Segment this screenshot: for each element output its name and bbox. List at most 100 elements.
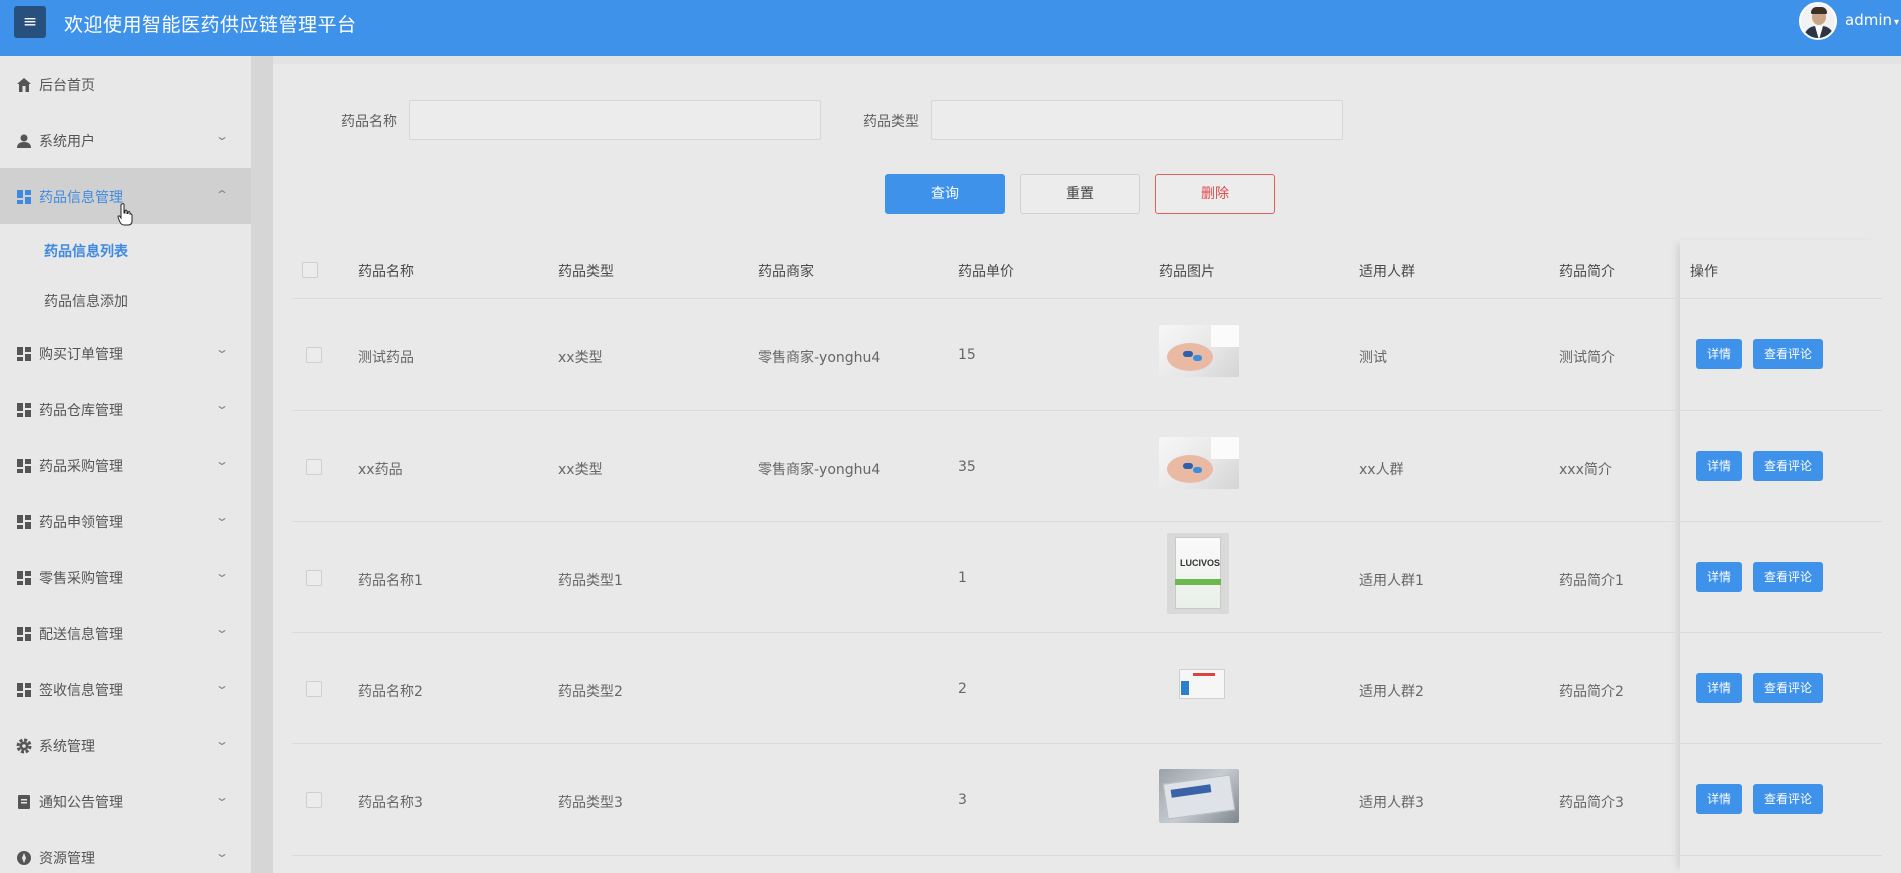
detail-button[interactable]: 详情 xyxy=(1696,451,1742,481)
sidebar-item-label: 配送信息管理 xyxy=(39,627,123,643)
cell-price: 2 xyxy=(958,681,967,697)
column-header: 药品单价 xyxy=(958,264,1014,280)
cell-drug-name: xx药品 xyxy=(358,462,403,478)
sidebar-item-home[interactable]: 后台首页 xyxy=(0,56,251,112)
document-icon xyxy=(18,795,30,809)
menu-toggle-button[interactable]: ≡ xyxy=(14,6,46,38)
sidebar-item-drug-requisition[interactable]: 药品申领管理 ⌄ xyxy=(0,493,251,549)
drug-name-input[interactable] xyxy=(409,100,821,140)
grid-icon xyxy=(17,190,31,204)
sidebar-item-label: 药品采购管理 xyxy=(39,459,123,475)
chevron-down-icon: ⌄ xyxy=(214,454,230,468)
cell-intro: 药品简介1 xyxy=(1559,573,1624,589)
row-checkbox[interactable] xyxy=(306,570,322,586)
drug-image-brand: LUCIVOS xyxy=(1180,558,1221,568)
cell-target-group: 适用人群1 xyxy=(1359,573,1424,589)
chevron-down-icon: ⌄ xyxy=(214,342,230,356)
compass-icon xyxy=(17,851,31,865)
hand-cursor-icon xyxy=(117,203,133,226)
cell-target-group: xx人群 xyxy=(1359,462,1404,478)
cell-target-group: 适用人群2 xyxy=(1359,684,1424,700)
user-avatar[interactable] xyxy=(1799,2,1837,40)
drug-image[interactable] xyxy=(1159,437,1239,489)
sidebar-item-system-users[interactable]: 系统用户 ⌄ xyxy=(0,112,251,168)
cell-intro: 药品简介2 xyxy=(1559,684,1624,700)
detail-button[interactable]: 详情 xyxy=(1696,673,1742,703)
sidebar-item-label: 资源管理 xyxy=(39,851,95,867)
sidebar-item-delivery[interactable]: 配送信息管理 ⌄ xyxy=(0,605,251,661)
cell-drug-type: 药品类型3 xyxy=(558,795,623,811)
cell-price: 35 xyxy=(958,459,976,475)
row-divider xyxy=(292,632,1882,633)
sidebar-item-label: 药品申领管理 xyxy=(39,515,123,531)
query-button[interactable]: 查询 xyxy=(885,174,1005,214)
sidebar-item-label: 药品仓库管理 xyxy=(39,403,123,419)
sidebar-item-receipt[interactable]: 签收信息管理 ⌄ xyxy=(0,661,251,717)
sidebar-subitem-drug-list[interactable]: 药品信息列表 xyxy=(44,241,128,261)
cell-drug-type: xx类型 xyxy=(558,350,603,366)
column-header: 药品类型 xyxy=(558,264,614,280)
row-checkbox[interactable] xyxy=(306,459,322,475)
sidebar-item-resources[interactable]: 资源管理 ⌄ xyxy=(0,829,251,873)
drug-image[interactable] xyxy=(1167,665,1227,705)
sidebar-subitem-drug-add[interactable]: 药品信息添加 xyxy=(44,291,128,311)
row-checkbox[interactable] xyxy=(306,681,322,697)
cell-drug-name: 测试药品 xyxy=(358,350,414,366)
column-header: 药品名称 xyxy=(358,264,414,280)
view-comments-button[interactable]: 查看评论 xyxy=(1753,451,1823,481)
sidebar-item-label: 后台首页 xyxy=(39,78,95,94)
row-checkbox[interactable] xyxy=(306,347,322,363)
user-menu[interactable]: admin ▾ xyxy=(1845,11,1899,29)
sidebar-item-label: 系统用户 xyxy=(39,134,95,150)
view-comments-button[interactable]: 查看评论 xyxy=(1753,562,1823,592)
cell-target-group: 测试 xyxy=(1359,350,1387,366)
view-comments-button[interactable]: 查看评论 xyxy=(1753,673,1823,703)
drug-type-input[interactable] xyxy=(931,100,1343,140)
view-comments-button[interactable]: 查看评论 xyxy=(1753,784,1823,814)
chevron-down-icon: ⌄ xyxy=(214,790,230,804)
grid-icon xyxy=(17,683,31,697)
row-checkbox[interactable] xyxy=(306,792,322,808)
column-header: 药品图片 xyxy=(1159,264,1215,280)
sidebar-item-announcements[interactable]: 通知公告管理 ⌄ xyxy=(0,773,251,829)
cell-merchant: 零售商家-yonghu4 xyxy=(758,462,881,478)
drug-name-label: 药品名称 xyxy=(341,114,397,130)
user-icon xyxy=(17,134,31,148)
cell-drug-name: 药品名称2 xyxy=(358,684,423,700)
reset-button[interactable]: 重置 xyxy=(1020,174,1140,214)
grid-icon xyxy=(17,403,31,417)
drug-type-label: 药品类型 xyxy=(863,114,919,130)
sidebar-item-label: 系统管理 xyxy=(39,739,95,755)
chevron-down-icon: ⌄ xyxy=(214,622,230,636)
chevron-down-icon: ▾ xyxy=(1894,17,1900,28)
sidebar-item-drug-procurement[interactable]: 药品采购管理 ⌄ xyxy=(0,437,251,493)
cell-drug-type: 药品类型1 xyxy=(558,573,623,589)
cell-intro: 药品简介3 xyxy=(1559,795,1624,811)
grid-icon xyxy=(17,627,31,641)
delete-button[interactable]: 删除 xyxy=(1155,174,1275,214)
grid-icon xyxy=(17,347,31,361)
cell-drug-type: 药品类型2 xyxy=(558,684,623,700)
column-header: 操作 xyxy=(1690,264,1718,280)
sidebar-item-purchase-orders[interactable]: 购买订单管理 ⌄ xyxy=(0,325,251,381)
sidebar-item-warehouse[interactable]: 药品仓库管理 ⌄ xyxy=(0,381,251,437)
home-icon xyxy=(17,78,31,92)
view-comments-button[interactable]: 查看评论 xyxy=(1753,339,1823,369)
sidebar-item-system-admin[interactable]: 系统管理 ⌄ xyxy=(0,717,251,773)
username-label: admin xyxy=(1845,11,1892,29)
detail-button[interactable]: 详情 xyxy=(1696,339,1742,369)
row-divider xyxy=(292,743,1882,744)
drug-image[interactable]: LUCIVOS xyxy=(1167,533,1229,614)
sidebar-item-label: 药品信息管理 xyxy=(39,190,123,206)
column-header: 适用人群 xyxy=(1359,264,1415,280)
sidebar-item-retail-procurement[interactable]: 零售采购管理 ⌄ xyxy=(0,549,251,605)
sidebar-item-label: 通知公告管理 xyxy=(39,795,123,811)
cell-drug-name: 药品名称3 xyxy=(358,795,423,811)
drug-image[interactable] xyxy=(1159,325,1239,377)
drug-image[interactable] xyxy=(1159,769,1239,823)
select-all-checkbox[interactable] xyxy=(302,262,318,278)
chevron-down-icon: ⌄ xyxy=(214,510,230,524)
detail-button[interactable]: 详情 xyxy=(1696,784,1742,814)
detail-button[interactable]: 详情 xyxy=(1696,562,1742,592)
chevron-down-icon: ⌄ xyxy=(214,129,230,143)
